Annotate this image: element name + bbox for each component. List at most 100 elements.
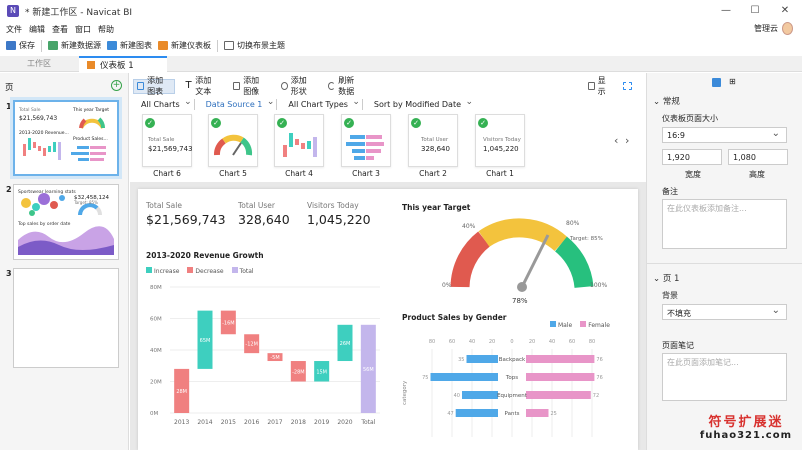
y-tick-label: 0M <box>150 411 158 417</box>
notes-textarea[interactable]: 在此仪表板添加备注... <box>662 199 787 249</box>
kpi-visitors-today[interactable]: Visitors Today 1,045,220 <box>307 201 371 227</box>
add-page-button[interactable]: + <box>111 80 122 91</box>
x-tick-label: 40 <box>469 339 475 345</box>
x-tick-label: Total <box>360 419 375 426</box>
sort-dropdown[interactable]: Sort by Modified Date <box>374 97 473 109</box>
add-shape-button[interactable]: 添加形状 <box>278 76 318 96</box>
properties-panel: ⊞ ⌄ 常规 仪表板页面大小 16:9 1,920 1,080 宽度 高度 备注… <box>646 73 802 450</box>
section-divider <box>647 263 802 264</box>
maximize-button[interactable]: ☐ <box>742 0 768 22</box>
menu-window[interactable]: 窗口 <box>75 24 91 35</box>
x-tick-label: 60 <box>569 339 575 345</box>
minimize-button[interactable]: — <box>713 0 739 22</box>
thumbnail-preview: Total Sale $21,569,743 This year Target … <box>18 107 109 161</box>
bar-value-label: 76 <box>596 357 602 363</box>
new-chart-button[interactable]: 新建图表 <box>107 40 152 51</box>
add-chart-button[interactable]: 添加图表 <box>133 76 175 96</box>
check-icon: ✓ <box>344 118 354 128</box>
thumb-text: 2013-2020 Revenue... <box>19 130 69 136</box>
chart-types-dropdown[interactable]: All Chart Types <box>288 97 359 109</box>
x-tick-label: 2013 <box>174 419 189 426</box>
switch-theme-button[interactable]: 切换布景主题 <box>224 40 285 51</box>
add-image-button[interactable]: 添加图像 <box>230 76 270 96</box>
new-dashboard-button[interactable]: 新建仪表板 <box>158 40 211 51</box>
y-tick-label: 60M <box>150 317 162 323</box>
thumb-text: Total Sale <box>18 107 41 113</box>
page-thumbnail-3[interactable] <box>13 268 119 368</box>
gauge-chart: 0% 40% 80% 100% Target: 85% 78% <box>442 218 607 305</box>
shape-icon <box>280 82 288 90</box>
page-thumbnail-2[interactable]: Sportswear learning stats $32,458,124 Ta… <box>13 184 119 260</box>
legend-increase: Increase <box>146 267 179 275</box>
menu-view[interactable]: 查看 <box>52 24 68 35</box>
gauge-tick: 80% <box>566 220 580 227</box>
close-button[interactable]: ✕ <box>772 0 798 22</box>
x-tick-label: 2020 <box>337 419 352 426</box>
section-general[interactable]: ⌄ 常规 <box>653 95 680 107</box>
add-text-button[interactable]: T 添加文本 <box>183 76 223 96</box>
theme-icon <box>224 41 234 50</box>
height-input[interactable]: 1,080 <box>728 149 788 165</box>
gauge-tick: 40% <box>462 223 476 230</box>
tab-workspace[interactable]: 工作区 <box>0 56 78 72</box>
display-button[interactable]: 显示 <box>585 76 612 96</box>
x-tick-label: 80 <box>429 339 435 345</box>
layout-tab-icon[interactable]: ⊞ <box>729 77 736 86</box>
menu-edit[interactable]: 编辑 <box>29 24 45 35</box>
chart-card[interactable]: ✓ Visitors Today 1,045,220 <box>475 114 525 167</box>
dashboard-icon <box>87 61 95 69</box>
check-icon: ✓ <box>478 118 488 128</box>
chart-add-icon <box>107 41 117 50</box>
all-charts-dropdown[interactable]: All Charts <box>141 97 191 109</box>
data-source-dropdown[interactable]: Data Source 1 <box>206 97 275 109</box>
refresh-data-button[interactable]: 刷新数据 <box>325 76 365 96</box>
y-tick-label: 40M <box>150 348 162 354</box>
bar-value-label: -16M <box>222 320 234 326</box>
bar-value-label: 56M <box>363 367 374 373</box>
y-tick-label: 20M <box>150 380 162 386</box>
chevron-left-icon[interactable]: ‹ <box>614 134 618 147</box>
width-input[interactable]: 1,920 <box>662 149 722 165</box>
gauge-title: This year Target <box>402 203 471 212</box>
x-tick-label: 2017 <box>267 419 282 426</box>
kpi-total-user[interactable]: Total User 328,640 <box>238 201 290 227</box>
menu-file[interactable]: 文件 <box>6 24 22 35</box>
background-dropdown[interactable]: 不填充 <box>662 304 787 320</box>
thumb-text: Top sales by order date <box>17 221 71 227</box>
height-label: 高度 <box>749 170 765 179</box>
bar-value-label: 72 <box>593 393 599 399</box>
x-tick-label: 0 <box>510 339 513 345</box>
bar-value-label: 35 <box>458 357 464 363</box>
new-source-button[interactable]: 新建数据源 <box>48 40 101 51</box>
card-kpi-value: 328,640 <box>421 145 450 153</box>
properties-tab-icon[interactable] <box>712 78 721 87</box>
user-menu[interactable]: 管理云 <box>754 22 793 35</box>
bar-value-label: 76 <box>596 375 602 381</box>
dashboard-add-icon <box>158 41 168 50</box>
filter-divider <box>361 98 363 110</box>
chart-card[interactable]: ✓ Total Sale $21,569,743 <box>142 114 193 167</box>
chart-card[interactable]: ✓ <box>274 114 324 167</box>
page-notes-label: 页面笔记 <box>662 341 694 350</box>
page-notes-textarea[interactable]: 在此页面添加笔记... <box>662 353 787 401</box>
fullscreen-button[interactable] <box>620 79 638 94</box>
card-kpi-label: Total User <box>421 137 449 143</box>
chart-card[interactable]: ✓ <box>341 114 391 167</box>
section-page[interactable]: ⌄ 页 1 <box>653 272 679 284</box>
thumbnail-preview: Sportswear learning stats $32,458,124 Ta… <box>17 189 114 255</box>
tab-dashboard[interactable]: 仪表板 1 <box>79 56 167 72</box>
save-button[interactable]: 保存 <box>6 40 35 51</box>
menu-help[interactable]: 帮助 <box>98 24 114 35</box>
bar-value-label: 26M <box>340 341 351 347</box>
male-bar <box>466 355 498 363</box>
dashboard-page[interactable]: Total Sale $21,569,743 Total User 328,640 … <box>138 189 638 450</box>
chart-card-label: Chart 4 <box>285 169 313 178</box>
legend-male: Male <box>550 321 572 329</box>
gauge-tick: 0% <box>442 282 452 289</box>
page-thumbnail-1[interactable]: Total Sale $21,569,743 This year Target … <box>10 97 122 179</box>
kpi-total-sale[interactable]: Total Sale $21,569,743 <box>146 201 226 227</box>
chevron-right-icon[interactable]: › <box>625 134 629 147</box>
chart-card[interactable]: ✓ Total User 328,640 <box>408 114 458 167</box>
chart-card[interactable]: ✓ <box>208 114 258 167</box>
page-size-dropdown[interactable]: 16:9 <box>662 127 787 143</box>
